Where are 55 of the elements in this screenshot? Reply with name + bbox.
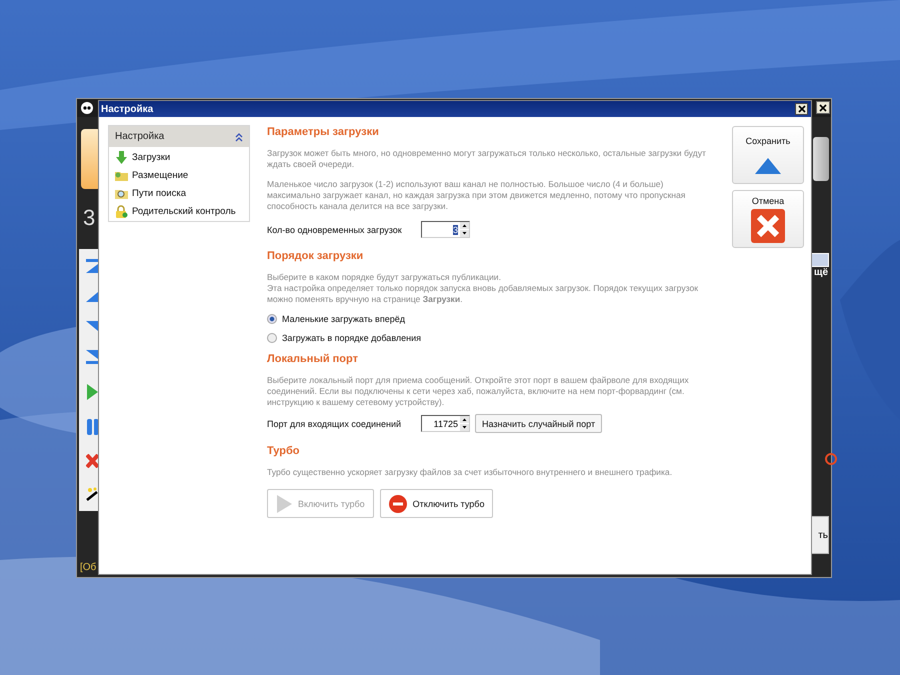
port-spinbox[interactable]: 11725 [421,415,470,432]
radio-option[interactable]: Загружать в порядке добавления [267,333,707,343]
skip-up-icon[interactable] [86,258,98,273]
window-title: Настройка [101,104,154,114]
sidebar-item[interactable]: Размещение [115,168,249,183]
description-text: Загрузок может быть много, но одновременно могут загружаться только несколько, остальные загрузки будут ждать своей очереди. [267,148,707,170]
field-label: Кол-во одновременных загрузок [267,224,403,234]
lock-icon [115,205,128,218]
ring-icon [825,453,837,465]
cancel-button[interactable]: Отмена [732,190,804,248]
column-label: щё [814,267,828,278]
turbo-off-button[interactable]: Отключить турбо [380,489,494,518]
sidebar-header[interactable]: Настройка [109,126,249,147]
triangle-down-icon[interactable] [86,321,98,332]
down-arrow-icon [115,151,128,164]
close-icon [819,104,827,112]
close-button[interactable] [795,103,808,115]
close-icon [798,105,806,113]
section-heading: Параметры загрузки [267,125,380,139]
count-spinbox[interactable]: 3 [421,221,470,238]
random-port-button[interactable]: Назначить случайный порт [475,414,602,433]
folder-magnifier-icon [115,187,128,200]
sidebar-item[interactable]: Родительский контроль [115,204,249,219]
folder-icon [115,169,128,182]
wand-icon[interactable] [86,487,98,502]
description-text: Выберите в каком порядке будут загружаться публикации. [267,272,502,283]
triangle-up-icon[interactable] [86,292,98,302]
description-text: Маленькое число загрузок (1-2) используют ваш канал не полностью. Большое число (4 и больше) максимально загружает канал, но каждая загрузка при этом движется медленно, потому что пропускная способность канала делится на все загрузки. [267,179,686,212]
section-heading: Порядок загрузки [267,249,364,263]
sidebar-title: Настройка [115,131,164,142]
play-icon [276,494,292,512]
save-button[interactable]: Сохранить [732,126,804,184]
sidebar-item[interactable]: Пути поиска [115,186,249,201]
skull-icon [81,102,93,114]
spin-arrows-icon[interactable] [460,416,469,431]
section-heading: Турбо [267,444,301,458]
description-text: Эта настройка определяет только порядок запуска вновь добавляемых загрузок. Порядок текущих загрузок можно поменять вручную на странице Загрузки. [267,283,700,305]
delete-icon[interactable] [86,454,98,468]
collapse-icon[interactable] [234,132,244,142]
field-label: Порт для входящих соединений [267,418,402,428]
cross-icon [751,208,785,242]
counter-digit: 3 [83,205,96,231]
description-text: Выберите локальный порт для приема сообщений. Откройте этот порт в вашем файрволе для входящих соединений. Если вы подключены к сети через хаб, пожалуйста, включите на нем порт-форвардинг (см. инструкцию к вашему сетевому устройству). [267,375,690,408]
stop-icon [388,494,407,512]
triangle-up-icon [755,158,781,174]
skip-down-icon[interactable] [86,350,98,364]
radio-option[interactable]: Маленькие загружать вперёд [267,314,707,324]
close-button[interactable] [816,101,830,114]
description-text: Турбо существенно ускоряет загрузку файлов за счет избыточного внутреннего и внешнего трафика. [267,467,674,478]
text-field[interactable] [811,253,829,267]
sidebar-item[interactable]: Загрузки [115,150,249,165]
section-heading: Локальный порт [267,352,359,366]
status-text: [Об [80,562,96,573]
pause-icon[interactable] [86,418,98,435]
spin-arrows-icon[interactable] [460,222,469,237]
